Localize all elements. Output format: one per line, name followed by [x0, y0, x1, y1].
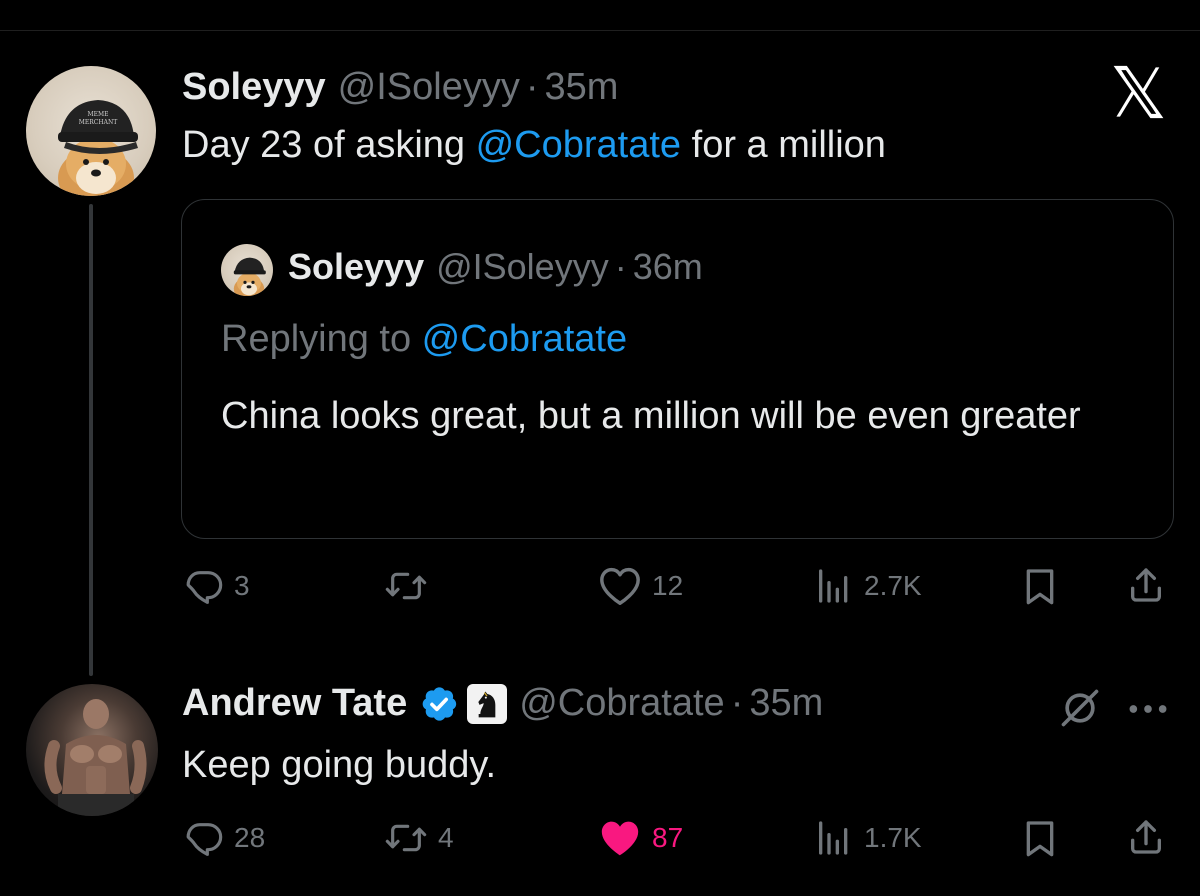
- main-tweet-display-name[interactable]: Soleyyy: [182, 66, 326, 109]
- reply-tweet-header: Andrew Tate @Cobratate · 35m: [182, 682, 823, 725]
- like-icon-filled: [601, 821, 639, 856]
- quoted-tweet-header: Soleyyy @ISoleyyy · 36m: [288, 246, 703, 288]
- reply-tweet-share-button[interactable]: [1126, 816, 1166, 858]
- main-tweet-bookmark-button[interactable]: [1020, 566, 1060, 606]
- main-tweet-share-button[interactable]: [1126, 564, 1166, 606]
- chess-knight-icon: [478, 691, 496, 717]
- top-divider: [0, 30, 1200, 31]
- views-icon: [819, 569, 848, 603]
- main-tweet-retweet-button[interactable]: [384, 566, 438, 606]
- reply-tweet-display-name[interactable]: Andrew Tate: [182, 682, 407, 725]
- reply-tweet-handle[interactable]: @Cobratate: [519, 682, 724, 725]
- main-tweet-mention[interactable]: @Cobratate: [476, 124, 681, 166]
- main-tweet-views-button[interactable]: 2.7K: [814, 566, 922, 606]
- doge-cap-avatar-art: MEME MERCHANT: [58, 100, 138, 196]
- reply-tweet-views-button[interactable]: 1.7K: [814, 818, 922, 858]
- reply-tweet-reply-count: 28: [234, 822, 266, 853]
- retweet-icon: [385, 572, 427, 600]
- reply-tweet-views-count: 1.7K: [864, 822, 922, 853]
- main-tweet-text-after: for a million: [681, 124, 886, 166]
- grok-icon[interactable]: [1058, 686, 1102, 730]
- doge-cap-avatar-small-art: [233, 257, 266, 296]
- quoted-tweet-display-name: Soleyyy: [288, 246, 425, 287]
- reply-tweet-retweet-count: 4: [438, 822, 454, 853]
- reply-icon: [186, 571, 223, 604]
- quoted-tweet-handle: @ISoleyyy: [436, 246, 609, 287]
- more-icon[interactable]: [1126, 694, 1170, 724]
- retweet-icon: [385, 824, 427, 852]
- avatar-cap-text-2: MERCHANT: [79, 119, 117, 126]
- reply-icon: [186, 823, 223, 856]
- share-icon: [1131, 820, 1161, 854]
- quoted-tweet-separator: ·: [614, 246, 627, 287]
- bookmark-icon: [1026, 821, 1054, 857]
- x-logo-icon: [1113, 65, 1164, 119]
- main-tweet-time[interactable]: 35m: [545, 66, 619, 109]
- affiliate-badge[interactable]: [467, 683, 508, 724]
- quoted-tweet-replying-to: Replying to @Cobratate: [221, 318, 627, 361]
- bookmark-icon: [1026, 569, 1054, 605]
- reply-avatar-photo-art: [44, 699, 147, 816]
- thread-connector-line: [89, 204, 93, 676]
- main-tweet-avatar[interactable]: MEME MERCHANT: [26, 66, 156, 196]
- main-tweet-text: Day 23 of asking @Cobratate for a millio…: [182, 122, 1142, 168]
- reply-tweet-text: Keep going buddy.: [182, 744, 497, 786]
- reply-tweet-reply-button[interactable]: 28: [184, 818, 265, 858]
- main-tweet-reply-button[interactable]: 3: [184, 566, 250, 606]
- main-tweet-like-count: 12: [652, 570, 684, 601]
- verified-badge-icon: [422, 686, 457, 721]
- main-tweet-views-count: 2.7K: [864, 570, 922, 601]
- quoted-tweet-time: 36m: [632, 246, 703, 287]
- replying-to-mention[interactable]: @Cobratate: [422, 318, 627, 360]
- reply-tweet-bookmark-button[interactable]: [1020, 818, 1060, 858]
- views-icon: [819, 821, 848, 855]
- main-tweet-like-button[interactable]: 12: [598, 566, 683, 606]
- main-tweet-header: Soleyyy @ISoleyyy · 35m: [182, 66, 618, 109]
- main-tweet-text-before: Day 23 of asking: [182, 124, 476, 166]
- avatar-cap-text-1: MEME: [87, 111, 108, 118]
- main-tweet-separator: ·: [525, 66, 539, 108]
- like-icon: [600, 567, 640, 605]
- main-tweet-reply-count: 3: [234, 570, 250, 601]
- quoted-tweet-avatar: [221, 244, 273, 296]
- reply-tweet-avatar[interactable]: [26, 684, 158, 816]
- main-tweet-handle[interactable]: @ISoleyyy: [338, 66, 520, 109]
- reply-tweet-time[interactable]: 35m: [749, 682, 823, 725]
- share-icon: [1131, 568, 1161, 602]
- replying-to-prefix: Replying to: [221, 318, 422, 360]
- quoted-tweet-text: China looks great, but a million will be…: [221, 395, 1081, 437]
- reply-tweet-like-count: 87: [652, 822, 684, 853]
- reply-tweet-like-button[interactable]: 87: [598, 818, 683, 858]
- reply-tweet-retweet-button[interactable]: 4: [384, 818, 454, 858]
- reply-tweet-separator: ·: [730, 682, 744, 724]
